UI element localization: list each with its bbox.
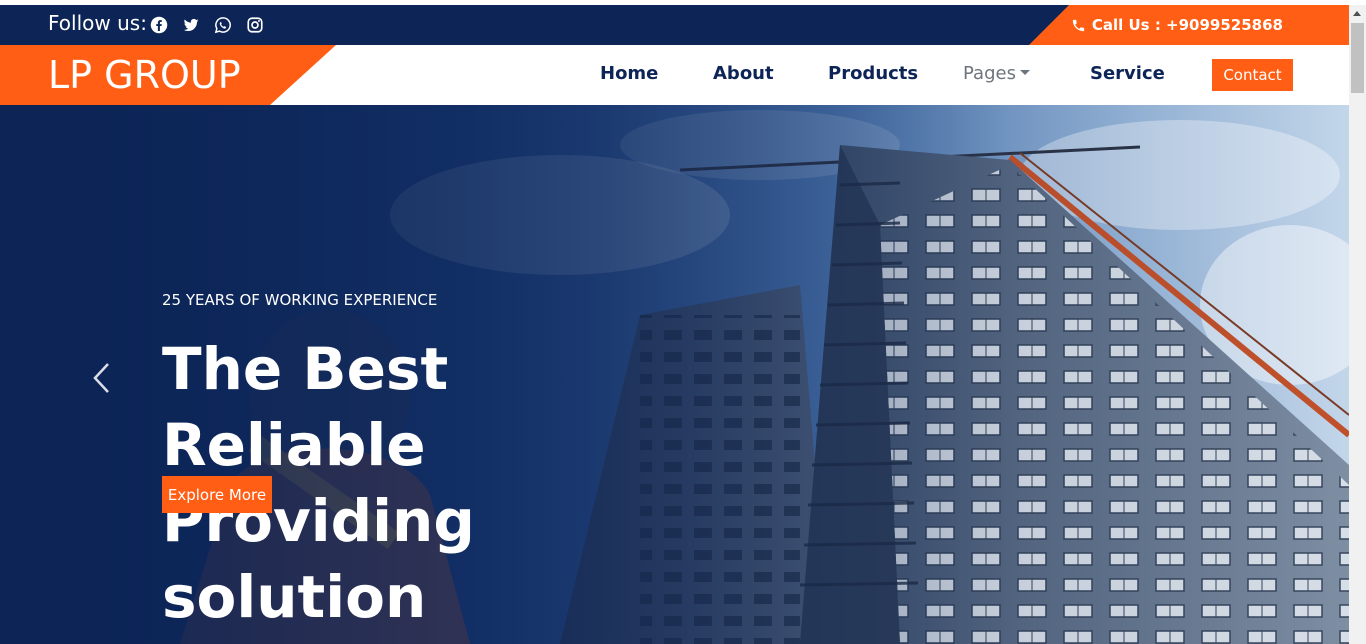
call-box: Call Us : +9099525868 <box>1029 5 1349 45</box>
nav-pages-label: Pages <box>963 63 1016 84</box>
facebook-icon[interactable] <box>150 16 168 34</box>
explore-more-button[interactable]: Explore More <box>162 476 272 513</box>
caret-down-icon <box>1019 69 1030 75</box>
call-us-text: Call Us : +9099525868 <box>1091 16 1283 34</box>
topbar: Follow us: Call Us : +9099525868 <box>0 5 1349 45</box>
twitter-icon[interactable] <box>182 16 200 34</box>
navbar: LP GROUP Home About Products Pages Servi… <box>0 45 1349 105</box>
nav-service[interactable]: Service <box>1090 63 1165 84</box>
phone-icon <box>1072 19 1084 31</box>
brand-block[interactable]: LP GROUP <box>0 45 336 105</box>
scroll-up-icon[interactable] <box>1353 11 1361 16</box>
hero-subtitle: 25 YEARS OF WORKING EXPERIENCE <box>162 291 438 309</box>
page-scrollbar[interactable] <box>1349 5 1366 644</box>
call-us[interactable]: Call Us : +9099525868 <box>1071 16 1283 34</box>
social-links <box>150 16 264 34</box>
nav-about[interactable]: About <box>713 63 774 84</box>
brand-logo[interactable]: LP GROUP <box>48 53 241 97</box>
nav-home[interactable]: Home <box>600 63 658 84</box>
nav-products[interactable]: Products <box>828 63 918 84</box>
follow-label: Follow us: <box>48 11 147 35</box>
instagram-icon[interactable] <box>246 16 264 34</box>
contact-button[interactable]: Contact <box>1212 59 1293 91</box>
carousel-prev-icon[interactable] <box>90 361 114 395</box>
scroll-thumb[interactable] <box>1351 23 1364 93</box>
nav-pages-dropdown[interactable]: Pages <box>963 63 1030 84</box>
hero-carousel: 25 YEARS OF WORKING EXPERIENCE The Best … <box>0 105 1349 644</box>
whatsapp-icon[interactable] <box>214 16 232 34</box>
page: Follow us: Call Us : +9099525868 LP GROU… <box>0 0 1366 644</box>
